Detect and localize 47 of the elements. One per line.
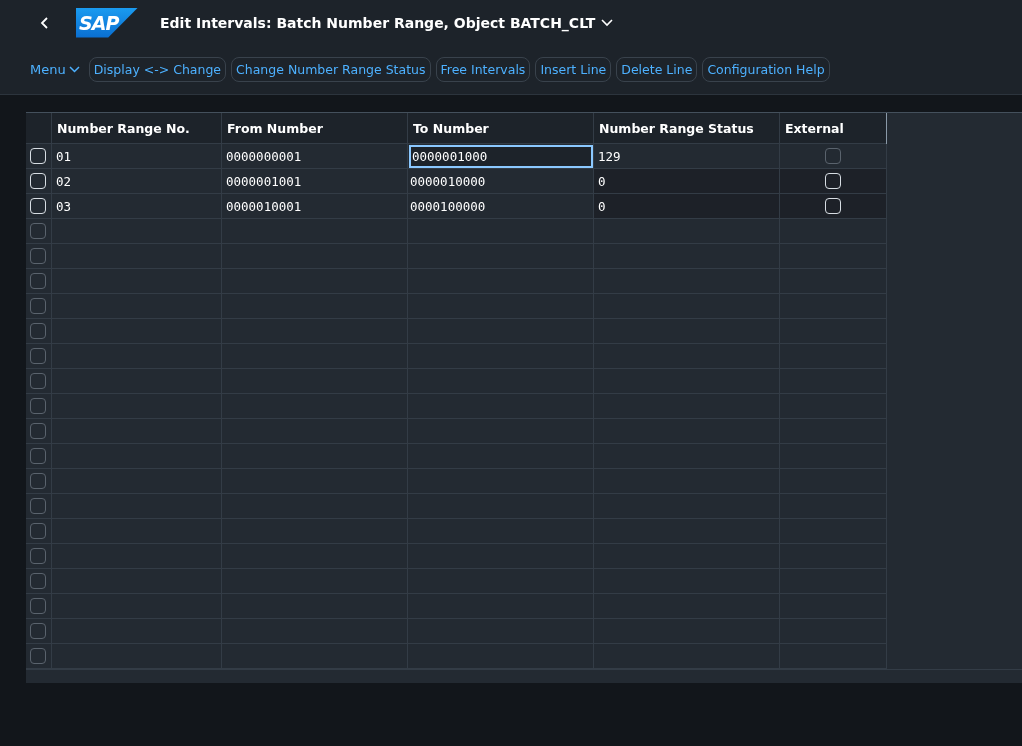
row-checkbox[interactable]	[30, 398, 46, 414]
table-cell: 01	[56, 148, 72, 164]
column-header: External	[780, 113, 887, 144]
row-checkbox[interactable]	[30, 423, 46, 439]
toolbar-button[interactable]: Delete Line	[616, 57, 698, 82]
toolbar-button[interactable]: Insert Line	[535, 57, 612, 82]
column-header: Number Range No.	[52, 113, 222, 144]
logo: SAP	[76, 7, 138, 38]
input-field[interactable]: 0000001000	[409, 144, 593, 168]
table-cell: 03	[56, 198, 72, 214]
table-cell: 0000000001	[226, 148, 302, 164]
chevron-down-icon	[601, 18, 614, 27]
column-header: To Number	[408, 113, 594, 144]
toolbar-button[interactable]: Change Number Range Status	[231, 57, 431, 82]
row-checkbox[interactable]	[30, 473, 46, 489]
row-checkbox[interactable]	[30, 248, 46, 264]
row-checkbox[interactable]	[30, 623, 46, 639]
row-checkbox[interactable]	[30, 548, 46, 564]
row-checkbox[interactable]	[30, 573, 46, 589]
row-checkbox[interactable]	[30, 298, 46, 314]
row-checkbox[interactable]	[30, 223, 46, 239]
column-header: Number Range Status	[594, 113, 780, 144]
row-checkbox[interactable]	[30, 648, 46, 664]
table-cell: 02	[56, 173, 72, 189]
row-checkbox[interactable]	[30, 598, 46, 614]
table-cell: 0	[598, 198, 606, 214]
toolbar-button[interactable]: Free Intervals	[435, 57, 531, 82]
toolbar-button[interactable]: Display <-> Change	[88, 57, 227, 82]
row-checkbox[interactable]	[30, 523, 46, 539]
toolbar-button[interactable]: Configuration Help	[702, 57, 830, 82]
row-checkbox[interactable]	[30, 498, 46, 514]
page-title[interactable]: Edit Intervals: Batch Number Range, Object BATCH_CLT	[160, 14, 614, 31]
menu-button[interactable]: Menu	[30, 59, 84, 80]
input-field[interactable]: 0000100000	[409, 194, 593, 218]
row-checkbox[interactable]	[30, 273, 46, 289]
table-cell: 129	[598, 148, 621, 164]
column-header: From Number	[222, 113, 408, 144]
table-cell: 0000010001	[226, 198, 302, 214]
chevron-down-icon	[68, 66, 80, 73]
back-icon	[40, 16, 50, 29]
row-checkbox[interactable]	[30, 448, 46, 464]
table-cell: 0000001001	[226, 173, 302, 189]
table-cell: 0	[598, 173, 606, 189]
row-checkbox[interactable]	[30, 348, 46, 364]
row-checkbox[interactable]	[30, 323, 46, 339]
row-checkbox[interactable]	[30, 373, 46, 389]
input-field[interactable]: 0000010000	[409, 169, 593, 193]
